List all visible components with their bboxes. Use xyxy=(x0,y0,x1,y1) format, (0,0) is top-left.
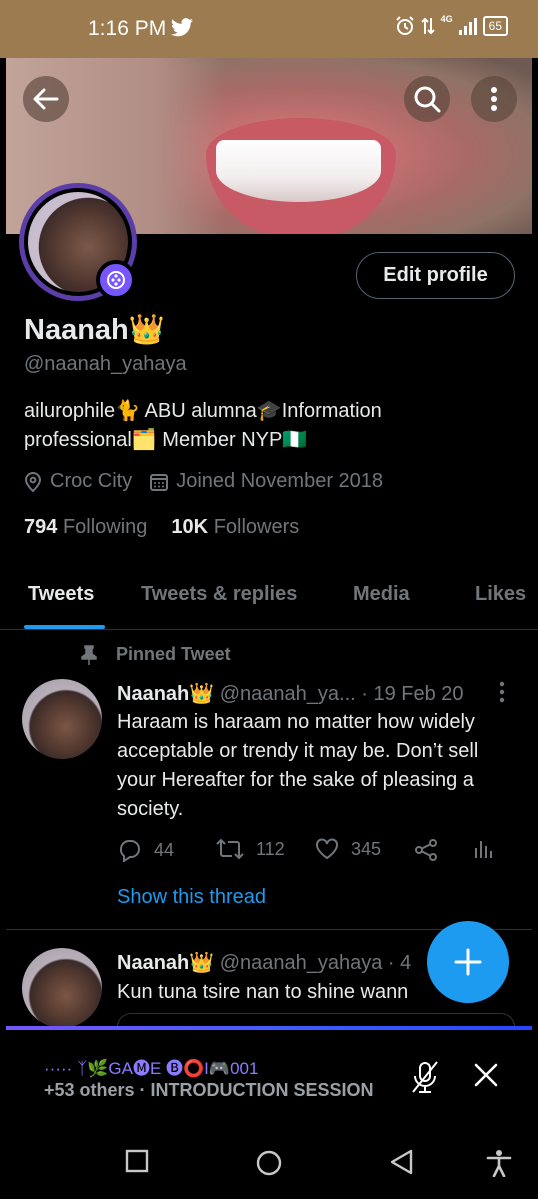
data-transfer-icon xyxy=(420,17,435,35)
location-pin-icon xyxy=(24,471,42,492)
space-subtitle: +53 others · INTRODUCTION SESSION xyxy=(44,1080,374,1100)
analytics-icon xyxy=(475,841,492,858)
reply-icon xyxy=(119,840,140,862)
status-bar: 1:16 PM 4G 65 xyxy=(0,0,538,58)
tweet-author-name[interactable]: Naanah👑 xyxy=(117,683,214,705)
pinned-label: Pinned Tweet xyxy=(116,644,231,664)
plus-icon xyxy=(454,948,482,976)
tweet-avatar[interactable] xyxy=(22,679,102,759)
profile-handle: @naanah_yahaya xyxy=(24,353,187,375)
retweet-icon xyxy=(216,838,244,860)
banner-photo-teeth xyxy=(216,140,381,202)
close-icon[interactable] xyxy=(473,1062,499,1088)
tab-tweets[interactable]: Tweets xyxy=(28,583,94,606)
network-type: 4G xyxy=(440,14,453,24)
reply-count: 44 xyxy=(154,839,175,860)
tweet-text[interactable]: Haraam is haraam no matter how widely ac… xyxy=(117,708,517,824)
tweet-handle-date: @naanah_ya... · 19 Feb 20 xyxy=(219,683,464,705)
follow-stats: 794 Following 10K Followers xyxy=(24,516,299,539)
android-nav-bar xyxy=(0,1121,538,1199)
profile-location: Croc City xyxy=(50,470,133,492)
following-label: Following xyxy=(62,516,148,538)
analytics-button[interactable] xyxy=(474,838,492,860)
status-icons: 4G 65 xyxy=(395,14,508,36)
spaces-live-badge[interactable] xyxy=(96,260,136,300)
retweet-button[interactable]: 112 xyxy=(216,838,285,860)
compose-tweet-button[interactable] xyxy=(427,921,509,1003)
tweet-header: Naanah👑 @naanah_ya... · 19 Feb 20 xyxy=(117,681,464,706)
tab-likes[interactable]: Likes xyxy=(475,583,526,606)
more-options-button[interactable] xyxy=(471,76,517,122)
tweet-author-name[interactable]: Naanah👑 xyxy=(117,952,214,974)
search-button[interactable] xyxy=(404,76,450,122)
followers-label: Followers xyxy=(213,516,300,538)
pinned-tweet-label: Pinned Tweet xyxy=(80,644,231,665)
tweet-avatar[interactable] xyxy=(22,948,102,1028)
profile-meta: Croc City Joined November 2018 xyxy=(24,470,401,493)
spaces-icon xyxy=(107,271,125,289)
like-count: 345 xyxy=(351,838,382,859)
share-button[interactable] xyxy=(414,838,438,862)
reply-button[interactable]: 44 xyxy=(118,838,174,862)
back-button[interactable] xyxy=(23,76,69,122)
status-time: 1:16 PM xyxy=(88,17,167,40)
show-thread-link[interactable]: Show this thread xyxy=(117,886,266,909)
tweet-more-icon[interactable] xyxy=(498,681,506,703)
home-icon[interactable] xyxy=(255,1149,283,1177)
share-icon xyxy=(415,839,437,861)
spaces-bar xyxy=(6,1026,532,1030)
recents-icon[interactable] xyxy=(125,1149,149,1173)
signal-icon xyxy=(458,18,477,35)
back-nav-icon[interactable] xyxy=(389,1149,415,1175)
active-tab-indicator xyxy=(24,625,105,629)
heart-icon xyxy=(316,838,338,860)
profile-tabs: Tweets Tweets & replies Media Likes xyxy=(0,568,538,630)
more-vertical-icon xyxy=(491,87,497,111)
alarm-icon xyxy=(395,16,414,35)
tweet-handle-date: @naanah_yahaya · 4 xyxy=(219,952,412,974)
twitter-bird-icon xyxy=(170,18,193,37)
bio-line-1: ailurophile🐈 ABU alumna🎓Information xyxy=(24,400,382,422)
following-count: 794 xyxy=(24,516,58,538)
space-title: ····· ᛉ🌿GA🅜E 🅑⭕I🎮001 xyxy=(44,1059,259,1078)
tweet-actions: 44 112 345 xyxy=(118,838,498,866)
tweet-header: Naanah👑 @naanah_yahaya · 4 xyxy=(117,950,411,975)
followers-count: 10K xyxy=(171,516,209,538)
bio-line-2: professional🗂️ Member NYP🇳🇬 xyxy=(24,429,308,451)
calendar-icon xyxy=(150,473,169,491)
search-icon xyxy=(414,86,441,113)
following-link[interactable]: 794 Following xyxy=(24,516,147,539)
tab-tweets-replies[interactable]: Tweets & replies xyxy=(141,583,297,606)
mic-off-icon[interactable] xyxy=(409,1060,441,1094)
tab-media[interactable]: Media xyxy=(353,583,410,606)
profile-joined: Joined November 2018 xyxy=(176,470,384,492)
spaces-dock[interactable]: ····· ᛉ🌿GA🅜E 🅑⭕I🎮001 +53 others · INTROD… xyxy=(0,1026,538,1121)
battery-indicator: 65 xyxy=(482,16,508,36)
edit-profile-button[interactable]: Edit profile xyxy=(356,252,515,299)
display-name: Naanah👑 xyxy=(24,314,165,346)
like-button[interactable]: 345 xyxy=(315,838,381,860)
followers-link[interactable]: 10K Followers xyxy=(171,516,299,539)
pin-icon xyxy=(81,644,97,665)
accessibility-icon[interactable] xyxy=(486,1149,512,1177)
retweet-count: 112 xyxy=(256,838,285,859)
profile-bio: ailurophile🐈 ABU alumna🎓Information prof… xyxy=(24,397,514,455)
arrow-left-icon xyxy=(33,88,59,110)
